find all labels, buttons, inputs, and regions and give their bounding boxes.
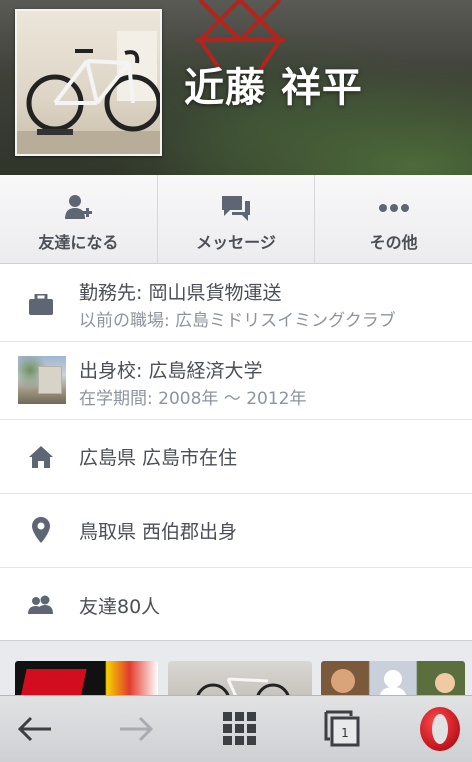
hometown-row[interactable]: 鳥取県 西伯郡出身 bbox=[0, 494, 472, 568]
previous-work: 以前の職場: 広島ミドリスイミングクラブ bbox=[79, 311, 396, 331]
bicycle-photo bbox=[17, 31, 160, 154]
more-icon bbox=[378, 204, 409, 212]
profile-name: 近藤 祥平 bbox=[184, 65, 363, 111]
back-button[interactable] bbox=[0, 696, 70, 762]
message-button[interactable]: メッセージ bbox=[156, 175, 315, 263]
residence-row[interactable]: 広島県 広島市在住 bbox=[0, 420, 472, 494]
speed-dial-button[interactable] bbox=[205, 696, 275, 762]
school-thumbnail bbox=[18, 356, 66, 404]
location-pin-icon bbox=[32, 517, 50, 543]
friends-icon bbox=[28, 595, 53, 614]
education-period: 在学期間: 2008年 ～ 2012年 bbox=[79, 389, 307, 409]
tab-count: 1 bbox=[341, 726, 349, 740]
cover-photo[interactable]: 近藤 祥平 bbox=[0, 0, 472, 175]
photo-strip bbox=[0, 641, 472, 695]
profile-info-list: 勤務先: 岡山県貨物運送 以前の職場: 広島ミドリスイミングクラブ 出身校: 広… bbox=[0, 264, 472, 641]
add-friend-icon bbox=[65, 195, 93, 219]
photo-thumbnail[interactable] bbox=[321, 661, 465, 695]
photo-thumbnail[interactable] bbox=[15, 661, 158, 695]
friends-count: 友達80人 bbox=[79, 596, 161, 618]
opera-menu-button[interactable] bbox=[405, 696, 472, 762]
more-button[interactable]: その他 bbox=[314, 175, 472, 263]
work-row[interactable]: 勤務先: 岡山県貨物運送 以前の職場: 広島ミドリスイミングクラブ bbox=[0, 264, 472, 342]
message-icon bbox=[222, 196, 250, 221]
bicycle-thumb bbox=[196, 677, 290, 695]
back-arrow-icon bbox=[17, 716, 51, 742]
residence-text: 広島県 広島市在住 bbox=[79, 447, 238, 469]
hometown-text: 鳥取県 西伯郡出身 bbox=[79, 521, 238, 543]
message-label: メッセージ bbox=[196, 233, 276, 252]
briefcase-icon bbox=[29, 294, 53, 315]
profile-avatar[interactable] bbox=[15, 9, 162, 156]
home-icon bbox=[29, 446, 53, 468]
more-label: その他 bbox=[369, 233, 418, 252]
speed-dial-icon bbox=[223, 712, 256, 745]
add-friend-button[interactable]: 友達になる bbox=[0, 175, 157, 263]
friend-photos-thumb bbox=[331, 669, 455, 695]
education-row[interactable]: 出身校: 広島経済大学 在学期間: 2008年 ～ 2012年 bbox=[0, 342, 472, 420]
profile-action-bar: 友達になる メッセージ その他 bbox=[0, 175, 472, 264]
work-title: 勤務先: 岡山県貨物運送 bbox=[79, 282, 282, 304]
add-friend-label: 友達になる bbox=[38, 233, 119, 252]
forward-button[interactable] bbox=[101, 696, 171, 762]
opera-menu-icon bbox=[420, 707, 460, 751]
tabs-button[interactable]: 1 bbox=[308, 696, 378, 762]
photo-thumbnail[interactable] bbox=[168, 661, 312, 695]
forward-arrow-icon bbox=[120, 716, 154, 742]
browser-toolbar: 1 bbox=[0, 695, 472, 762]
tabs-icon: 1 bbox=[323, 709, 363, 749]
education-title: 出身校: 広島経済大学 bbox=[79, 360, 263, 382]
friends-row[interactable]: 友達80人 bbox=[0, 568, 472, 642]
